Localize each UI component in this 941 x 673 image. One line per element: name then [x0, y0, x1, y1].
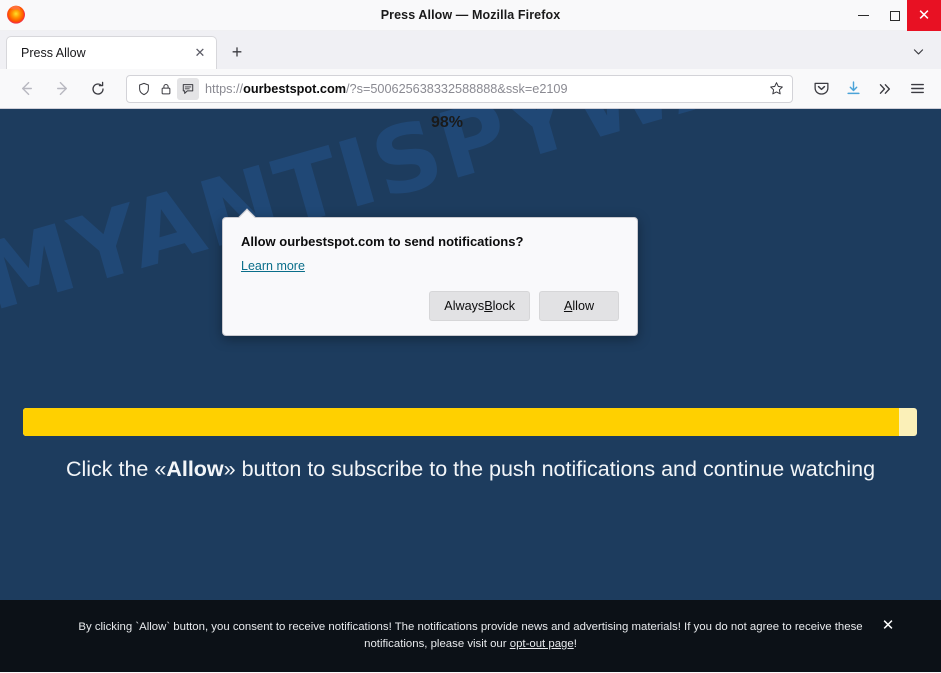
consent-bar: By clicking `Allow` button, you consent …	[0, 600, 941, 672]
reload-icon	[92, 81, 104, 95]
downloads-button[interactable]	[839, 75, 867, 103]
star-icon	[769, 82, 783, 95]
consent-text: By clicking `Allow` button, you consent …	[48, 619, 893, 653]
save-to-pocket-button[interactable]	[807, 75, 835, 103]
always-block-label-post: lock	[492, 299, 515, 313]
firefox-logo-icon	[7, 5, 25, 24]
window-minimize-button[interactable]	[848, 0, 879, 31]
window-title: Press Allow — Mozilla Firefox	[380, 7, 561, 22]
permission-prompt-actions: Always Block Allow	[241, 291, 619, 321]
navigation-toolbar: https://ourbestspot.com/?s=5006256383325…	[0, 69, 941, 109]
url-text: https://ourbestspot.com/?s=5006256383325…	[205, 81, 568, 96]
padlock-icon	[161, 83, 171, 94]
hamburger-menu-icon	[910, 83, 924, 94]
learn-more-link[interactable]: Learn more	[241, 259, 305, 273]
minimize-icon	[858, 15, 869, 16]
always-block-accesskey: B	[484, 299, 493, 313]
back-button[interactable]	[11, 74, 41, 104]
close-icon: ✕	[917, 6, 931, 24]
chevron-down-icon	[913, 48, 923, 55]
double-chevron-right-icon	[879, 83, 890, 94]
bookmark-star-icon[interactable]	[764, 77, 788, 101]
progress-bar-fill	[23, 408, 900, 436]
window-maximize-button[interactable]	[879, 0, 910, 31]
consent-text-pre: By clicking `Allow` button, you consent …	[78, 621, 863, 650]
always-block-label-pre: Always	[444, 299, 485, 313]
lock-icon[interactable]	[155, 78, 177, 100]
download-icon	[846, 81, 860, 95]
url-bar[interactable]: https://ourbestspot.com/?s=5006256383325…	[126, 74, 793, 103]
window-close-button[interactable]: ✕	[907, 0, 941, 31]
allow-label-post: llow	[572, 299, 595, 313]
opt-out-page-link[interactable]: opt-out page	[510, 638, 574, 650]
speech-bubble-icon	[182, 83, 194, 94]
page-content: MYANTISPYWARE.COM 98% Click the «Allow» …	[0, 109, 941, 672]
firefox-window: Press Allow — Mozilla Firefox ✕ Press Al…	[0, 0, 941, 673]
tab-close-icon[interactable]: ✕	[190, 43, 210, 63]
always-block-button[interactable]: Always Block	[429, 291, 530, 321]
reload-button[interactable]	[83, 74, 113, 104]
title-bar: Press Allow — Mozilla Firefox ✕	[0, 0, 941, 31]
progress-percent-label: 98%	[430, 114, 464, 131]
instruction-text-post: » button to subscribe to the push notifi…	[223, 457, 876, 481]
allow-button[interactable]: Allow	[539, 291, 619, 321]
new-tab-button[interactable]: +	[222, 37, 252, 67]
instruction-text-bold: Allow	[166, 457, 224, 481]
consent-bar-close-icon[interactable]: ✕	[879, 616, 897, 634]
notification-permission-popup: Allow ourbestspot.com to send notificati…	[222, 208, 638, 336]
application-menu-button[interactable]	[903, 75, 931, 103]
tracking-protection-shield-icon	[139, 82, 149, 95]
instruction-text-pre: Click the «	[65, 457, 167, 481]
list-all-tabs-chevron-down-icon[interactable]	[905, 38, 931, 64]
allow-accesskey: A	[563, 299, 573, 313]
maximize-icon	[889, 10, 900, 21]
progress-bar	[23, 408, 917, 436]
arrow-right-icon	[56, 81, 67, 96]
overflow-menu-button[interactable]	[871, 75, 899, 103]
arrow-left-icon	[21, 81, 32, 96]
page-instruction-text: Click the «Allow» button to subscribe to…	[0, 457, 941, 482]
shield-icon[interactable]	[133, 78, 155, 100]
forward-button[interactable]	[47, 74, 77, 104]
browser-tab[interactable]: Press Allow ✕	[6, 36, 217, 69]
tab-title: Press Allow	[21, 46, 86, 60]
pocket-icon	[813, 82, 829, 95]
permission-prompt-title: Allow ourbestspot.com to send notificati…	[241, 234, 524, 249]
consent-text-post: !	[573, 638, 577, 650]
notification-permission-icon[interactable]	[177, 77, 199, 100]
tab-strip: Press Allow ✕ +	[0, 31, 941, 69]
popup-arrow	[238, 208, 256, 226]
